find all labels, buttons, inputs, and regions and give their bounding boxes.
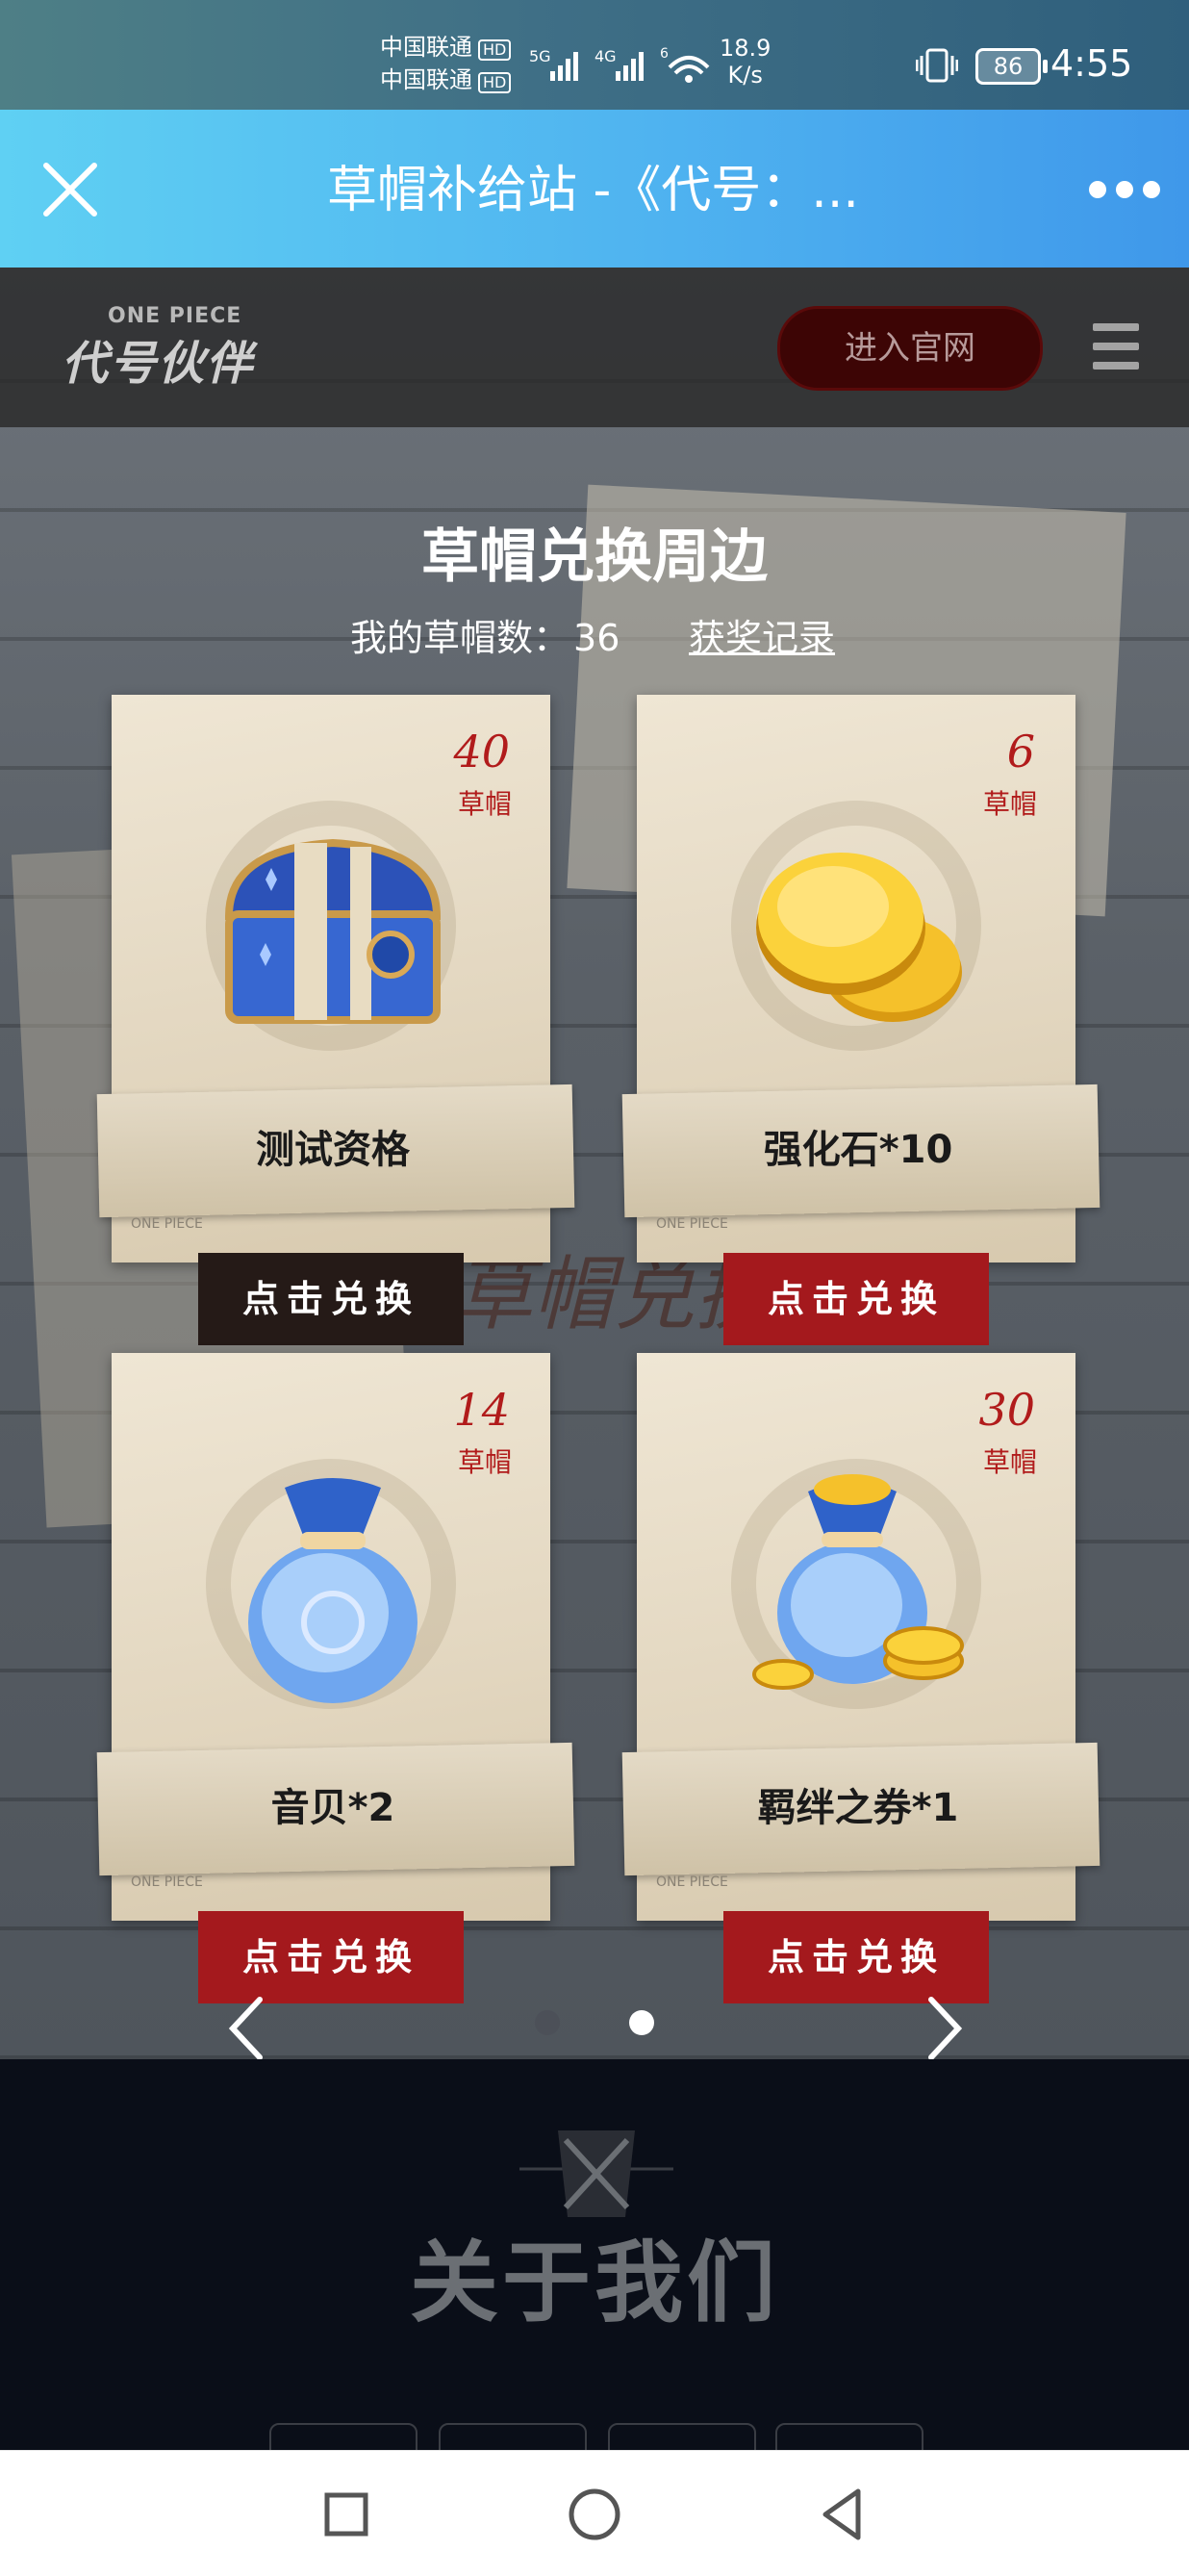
card-watermark: ONE PIECE [131, 1875, 203, 1890]
official-site-button[interactable]: 进入官网 [777, 306, 1043, 391]
redeem-button[interactable]: 点击兑换 [723, 1253, 989, 1345]
exchange-card: 40 草帽 测试资格 ONE PIECE 点击兑换 [96, 695, 575, 1368]
card-cost-unit: 草帽 [457, 788, 512, 820]
card-item-name: 羁绊之券*1 [757, 1786, 959, 1830]
card-cost-unit: 草帽 [457, 1446, 512, 1478]
section-title: 草帽兑换周边 [421, 523, 768, 591]
menu-icon[interactable] [1093, 323, 1139, 370]
card-cost: 14 [453, 1384, 510, 1436]
app-bar: 草帽补给站 -《代号：... [0, 110, 1189, 268]
back-triangle-icon[interactable] [812, 2484, 873, 2545]
award-record-link[interactable]: 获奖记录 [689, 608, 835, 661]
card-cost: 30 [978, 1384, 1035, 1436]
exchange-card: 6 草帽 强化石*10 ONE PIECE 点击兑换 [621, 695, 1100, 1368]
card-watermark: ONE PIECE [656, 1216, 728, 1232]
wifi-gen-label: 6 [660, 46, 669, 62]
vibrate-icon [916, 48, 958, 83]
hats-count-label: 我的草帽数： [350, 617, 570, 659]
net2-label: 4G [594, 47, 617, 65]
web-content: 草帽兑换 ONE PIECE 代号伙伴 进入官网 草帽兑换周边 我的草帽数： 36… [0, 268, 1189, 2059]
hats-info-row: 我的草帽数： 36 获奖记录 [0, 608, 1189, 666]
about-us-heading: 关于我们 [409, 2231, 779, 2334]
redeem-button[interactable]: 点击兑换 [198, 1253, 464, 1345]
redeem-button[interactable]: 点击兑换 [723, 1911, 989, 2003]
site-header: ONE PIECE 代号伙伴 进入官网 [0, 268, 1189, 427]
footer: 关于我们 [0, 2059, 1189, 2450]
carousel-pagination [535, 2010, 654, 2039]
signal-icons: 5G 4G 6 [529, 46, 710, 83]
exchange-card: 30 草帽 羁绊之券*1 ONE PIECE 点击兑换 [621, 1353, 1100, 2027]
battery-indicator: 86 [975, 48, 1048, 85]
speed-unit: K/s [727, 62, 763, 89]
more-icon[interactable] [1089, 177, 1160, 202]
system-nav-bar [0, 2450, 1189, 2576]
status-bar: 中国联通 HD 中国联通 HD 5G 4G 6 18.9 K/s 86 4:55 [0, 0, 1189, 110]
card-item-name: 音贝*2 [270, 1786, 395, 1830]
card-item-name: 测试资格 [256, 1128, 410, 1172]
clock: 4:55 [1050, 42, 1133, 85]
square-nav-icon[interactable] [316, 2484, 377, 2545]
carrier-2: 中国联通 [380, 66, 472, 93]
gold-coins-icon [756, 853, 962, 1022]
hats-count: 我的草帽数： 36 [350, 608, 620, 661]
hd-badge-1: HD [478, 39, 512, 61]
card-cost: 6 [1006, 726, 1035, 778]
card-watermark: ONE PIECE [131, 1216, 203, 1232]
hats-count-value: 36 [573, 617, 620, 659]
carrier-info: 中国联通 HD 中国联通 HD [380, 31, 512, 96]
close-icon[interactable] [38, 158, 102, 221]
page-title: 草帽补给站 -《代号：... [327, 162, 859, 219]
chevron-right-icon[interactable] [916, 1992, 974, 2059]
speed-value: 18.9 [720, 35, 772, 62]
blue-pouch-icon [248, 1478, 417, 1703]
carousel-dot-active[interactable] [629, 2010, 654, 2035]
exchange-card: 14 草帽 音贝*2 ONE PIECE 点击兑换 [96, 1353, 575, 2027]
treasure-chest-icon [224, 838, 442, 1024]
card-item-name: 强化石*10 [763, 1128, 953, 1172]
circle-nav-icon[interactable] [564, 2484, 625, 2545]
footer-tabs [0, 2423, 1189, 2450]
carousel-dot[interactable] [535, 2010, 560, 2035]
hd-badge-2: HD [478, 72, 512, 93]
carrier-1: 中国联通 [380, 34, 472, 61]
redeem-button[interactable]: 点击兑换 [198, 1911, 464, 2003]
coin-pouch-icon [752, 1474, 964, 1690]
card-watermark: ONE PIECE [656, 1875, 728, 1890]
card-cost: 40 [453, 726, 510, 778]
chevron-left-icon[interactable] [217, 1992, 275, 2059]
net1-label: 5G [529, 47, 551, 65]
network-speed: 18.9 K/s [720, 35, 771, 89]
site-logo[interactable]: 代号伙伴 [62, 325, 254, 393]
card-cost-unit: 草帽 [982, 788, 1037, 820]
card-cost-unit: 草帽 [982, 1446, 1037, 1478]
